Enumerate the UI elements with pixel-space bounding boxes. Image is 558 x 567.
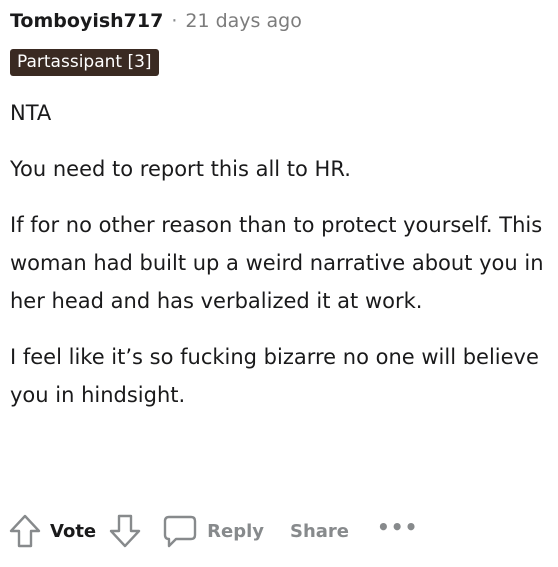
user-flair: Partassipant [3] (10, 49, 159, 76)
comment-body: NTA You need to report this all to HR. I… (10, 94, 550, 414)
username-link[interactable]: Tomboyish717 (10, 10, 163, 32)
speech-bubble-icon (162, 513, 198, 549)
comment-paragraph: If for no other reason than to protect y… (10, 213, 544, 313)
comment: Tomboyish717 · 21 days ago Partassipant … (10, 6, 550, 432)
comment-meta: Tomboyish717 · 21 days ago (10, 6, 550, 36)
meta-separator: · (171, 10, 178, 32)
comment-action-bar: Vote Reply Share ••• (8, 510, 418, 552)
comment-paragraph: NTA (10, 101, 52, 125)
vote-label: Vote (50, 520, 97, 542)
more-options-icon[interactable]: ••• (377, 515, 418, 539)
reply-label: Reply (207, 520, 264, 542)
comment-paragraph: You need to report this all to HR. (10, 157, 351, 181)
share-button[interactable]: Share (290, 521, 349, 542)
comment-paragraph: I feel like it’s so fucking bizarre no o… (10, 345, 539, 407)
upvote-arrow-icon[interactable] (8, 513, 42, 549)
comment-timestamp[interactable]: 21 days ago (185, 10, 301, 32)
reply-button[interactable]: Reply (162, 513, 264, 549)
downvote-arrow-icon[interactable] (108, 513, 142, 549)
